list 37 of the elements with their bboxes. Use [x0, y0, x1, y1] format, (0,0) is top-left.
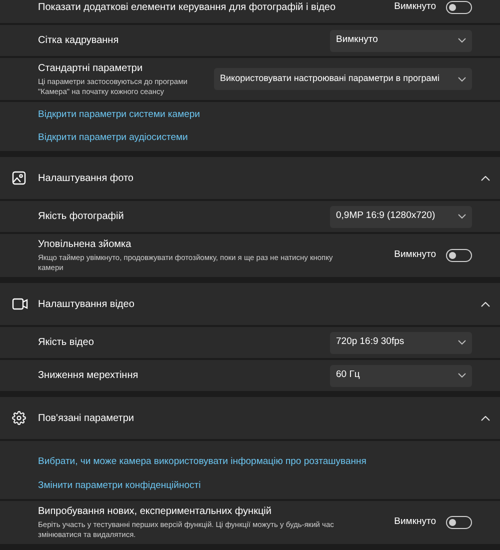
- link[interactable]: Вибрати, чи може камера використовувати інформацію про розташування: [38, 455, 366, 470]
- toggle-switch[interactable]: [446, 1, 472, 14]
- dropdown[interactable]: 60 Гц: [330, 364, 472, 386]
- section-title: Налаштування відео: [38, 298, 136, 312]
- setting-title: Випробування нових, експериментальних функцій: [38, 505, 272, 518]
- dropdown[interactable]: Вимкнуто: [330, 30, 472, 52]
- chevron-down-icon: [458, 38, 466, 43]
- setting-title: Стандартні параметри: [38, 62, 144, 74]
- chevron-down-icon: [458, 76, 466, 82]
- toggle-state-label: Вимкнуто: [394, 515, 436, 530]
- link[interactable]: Змінити параметри конфіденційності: [38, 478, 201, 493]
- setting-title: Якість фотографій: [38, 210, 125, 223]
- setting-title: Сітка кадрування: [38, 34, 120, 47]
- toggle-switch[interactable]: [446, 249, 472, 262]
- toggle-state-label: Вимкнуто: [394, 0, 436, 14]
- section-header[interactable]: Пов'язані параметри: [0, 397, 500, 439]
- chevron-down-icon: [458, 214, 466, 219]
- image-icon: [12, 171, 26, 185]
- setting-title: Показати додаткові елементи керування для фотографій і відео: [38, 1, 337, 14]
- dropdown[interactable]: 0,9MP 16:9 (1280x720): [330, 206, 472, 228]
- setting-title: Зниження мерехтіння: [38, 369, 140, 382]
- link[interactable]: Відкрити параметри аудіосистеми: [38, 131, 188, 146]
- section-header[interactable]: Налаштування відео: [0, 283, 500, 325]
- toggle-state-label: Вимкнуто: [394, 248, 436, 262]
- dropdown[interactable]: Використовувати настроювані параметри в програмі: [214, 68, 472, 90]
- settings-icon: [12, 411, 26, 425]
- section-title: Налаштування фото: [38, 172, 134, 186]
- setting-title: Уповільнена зйомка: [38, 238, 132, 251]
- toggle-switch[interactable]: [446, 516, 472, 529]
- setting-title: Якість відео: [38, 336, 95, 349]
- link[interactable]: Відкрити параметри системи камери: [38, 108, 200, 122]
- chevron-down-icon: [458, 373, 466, 378]
- dropdown[interactable]: 720p 16:9 30fps: [330, 332, 472, 354]
- chevron-down-icon: [458, 340, 466, 345]
- video-camera-icon: [12, 298, 28, 310]
- section-header[interactable]: Налаштування фото: [0, 157, 500, 199]
- section-title: Пов'язані параметри: [38, 412, 135, 426]
